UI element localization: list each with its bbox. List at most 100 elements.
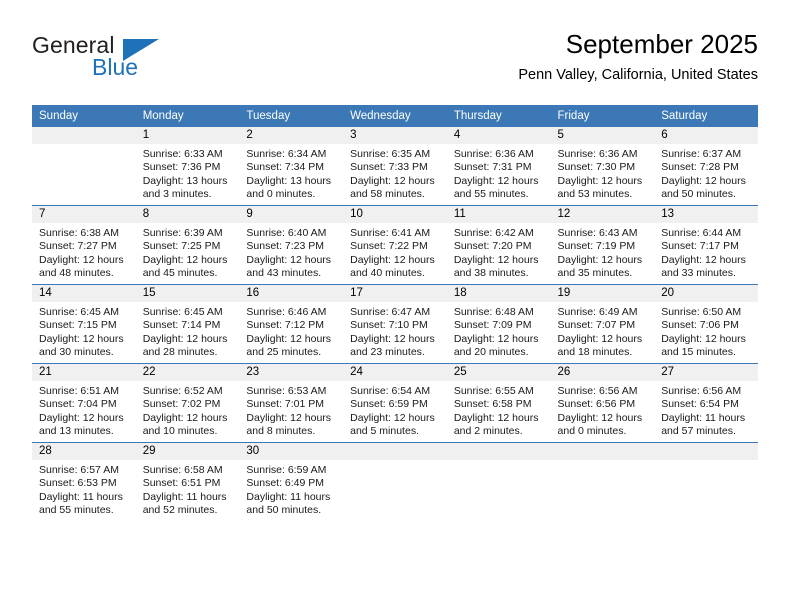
- calendar-body: 1 Sunrise: 6:33 AM Sunset: 7:36 PM Daylight…: [32, 127, 758, 521]
- calendar-day-cell[interactable]: 24 Sunrise: 6:54 AM Sunset: 6:59 PM Dayligh…: [343, 363, 447, 443]
- calendar-day-cell[interactable]: 29 Sunrise: 6:58 AM Sunset: 6:51 PM Dayligh…: [135, 442, 240, 521]
- daylight-duration-line2: and 13 minutes.: [39, 425, 114, 438]
- calendar-page: General Blue September 2025 Penn Valley,…: [0, 0, 792, 612]
- calendar-day-cell[interactable]: [446, 442, 551, 521]
- sunset-time: Sunset: 7:28 PM: [661, 161, 739, 174]
- day-details: Sunrise: 6:40 AM Sunset: 7:23 PM Daylight:…: [239, 223, 343, 281]
- calendar-day-cell[interactable]: 3 Sunrise: 6:35 AM Sunset: 7:33 PM Daylight…: [343, 127, 447, 206]
- calendar-day-cell[interactable]: 21 Sunrise: 6:51 AM Sunset: 7:04 PM Dayligh…: [32, 363, 136, 443]
- title-block: September 2025 Penn Valley, California, …: [518, 28, 758, 86]
- sunset-time: Sunset: 7:31 PM: [453, 161, 532, 174]
- day-details: Sunrise: 6:37 AM Sunset: 7:28 PM Daylight:…: [654, 144, 758, 202]
- calendar-day-cell[interactable]: 18 Sunrise: 6:48 AM Sunset: 7:09 PM Dayligh…: [446, 284, 551, 364]
- calendar-day-cell[interactable]: [343, 442, 447, 521]
- calendar-day-cell[interactable]: 27 Sunrise: 6:56 AM Sunset: 6:54 PM Dayligh…: [654, 363, 758, 443]
- page-subtitle: Penn Valley, California, United States: [518, 67, 758, 83]
- daylight-duration-line1: Daylight: 12 hours: [557, 332, 643, 345]
- calendar-day-cell[interactable]: 8 Sunrise: 6:39 AM Sunset: 7:25 PM Daylight…: [135, 205, 240, 285]
- sunset-time: Sunset: 6:51 PM: [142, 477, 221, 490]
- daylight-duration-line1: Daylight: 12 hours: [350, 174, 435, 187]
- calendar-day-cell[interactable]: 20 Sunrise: 6:50 AM Sunset: 7:06 PM Dayligh…: [654, 284, 758, 364]
- sunset-time: Sunset: 7:14 PM: [142, 319, 221, 332]
- daylight-duration-line2: and 33 minutes.: [661, 267, 736, 280]
- sunrise-time: Sunrise: 6:45 AM: [39, 306, 119, 318]
- calendar-week-row: 28 Sunrise: 6:57 AM Sunset: 6:53 PM Dayligh…: [32, 442, 758, 521]
- calendar-day-cell[interactable]: 1 Sunrise: 6:33 AM Sunset: 7:36 PM Daylight…: [135, 127, 240, 206]
- calendar-day-cell[interactable]: 2 Sunrise: 6:34 AM Sunset: 7:34 PM Daylight…: [239, 127, 344, 206]
- day-number: [654, 443, 758, 460]
- sunrise-time: Sunrise: 6:59 AM: [246, 464, 327, 476]
- day-number: 29: [135, 443, 240, 460]
- calendar-day-cell[interactable]: [550, 442, 655, 521]
- day-details: Sunrise: 6:38 AM Sunset: 7:27 PM Daylight:…: [32, 223, 136, 281]
- day-details: Sunrise: 6:47 AM Sunset: 7:10 PM Daylight:…: [343, 302, 447, 360]
- sunrise-time: Sunrise: 6:50 AM: [661, 306, 742, 318]
- calendar-day-cell[interactable]: 19 Sunrise: 6:49 AM Sunset: 7:07 PM Dayligh…: [550, 284, 655, 364]
- daylight-duration-line2: and 2 minutes.: [453, 425, 523, 438]
- day-details: Sunrise: 6:45 AM Sunset: 7:15 PM Daylight:…: [32, 302, 136, 360]
- brand-logo[interactable]: General Blue: [32, 32, 162, 86]
- sunset-time: Sunset: 7:10 PM: [350, 319, 428, 332]
- daylight-duration-line1: Daylight: 12 hours: [142, 411, 228, 424]
- daylight-duration-line1: Daylight: 12 hours: [350, 332, 435, 345]
- daylight-duration-line1: Daylight: 12 hours: [142, 332, 228, 345]
- sunrise-time: Sunrise: 6:38 AM: [39, 227, 119, 239]
- daylight-duration-line1: Daylight: 13 hours: [142, 174, 228, 187]
- calendar-day-cell[interactable]: 26 Sunrise: 6:56 AM Sunset: 6:56 PM Dayligh…: [550, 363, 655, 443]
- sunset-time: Sunset: 7:01 PM: [246, 398, 325, 411]
- daylight-duration-line2: and 55 minutes.: [39, 504, 114, 517]
- day-number: 14: [32, 285, 136, 302]
- sunrise-time: Sunrise: 6:56 AM: [661, 385, 742, 397]
- daylight-duration-line1: Daylight: 12 hours: [453, 411, 539, 424]
- weekday-header-sunday: Sunday: [32, 105, 136, 127]
- calendar-table: Sunday Monday Tuesday Wednesday Thursday…: [32, 105, 758, 521]
- calendar-day-cell[interactable]: 15 Sunrise: 6:45 AM Sunset: 7:14 PM Dayligh…: [135, 284, 240, 364]
- calendar-day-cell[interactable]: 22 Sunrise: 6:52 AM Sunset: 7:02 PM Dayligh…: [135, 363, 240, 443]
- daylight-duration-line1: Daylight: 11 hours: [39, 490, 123, 503]
- calendar-week-row: 7 Sunrise: 6:38 AM Sunset: 7:27 PM Daylight…: [32, 205, 758, 285]
- calendar-week-row: 14 Sunrise: 6:45 AM Sunset: 7:15 PM Dayligh…: [32, 284, 758, 364]
- calendar-day-cell[interactable]: 10 Sunrise: 6:41 AM Sunset: 7:22 PM Dayligh…: [343, 205, 447, 285]
- day-number: 21: [32, 364, 136, 381]
- daylight-duration-line2: and 25 minutes.: [246, 346, 322, 359]
- calendar-day-cell[interactable]: 13 Sunrise: 6:44 AM Sunset: 7:17 PM Dayligh…: [654, 205, 758, 285]
- day-details: Sunrise: 6:50 AM Sunset: 7:06 PM Daylight:…: [654, 302, 758, 360]
- sunrise-time: Sunrise: 6:55 AM: [453, 385, 534, 397]
- day-number: 12: [550, 206, 655, 223]
- weekday-header-tuesday: Tuesday: [239, 105, 344, 127]
- daylight-duration-line1: Daylight: 11 hours: [661, 411, 746, 424]
- day-details: Sunrise: 6:56 AM Sunset: 6:56 PM Daylight:…: [551, 381, 655, 439]
- sunset-time: Sunset: 7:12 PM: [246, 319, 325, 332]
- calendar-day-cell[interactable]: 30 Sunrise: 6:59 AM Sunset: 6:49 PM Dayligh…: [239, 442, 344, 521]
- brand-name-blue: Blue: [92, 54, 139, 80]
- day-number: 20: [654, 285, 758, 302]
- day-number: 28: [32, 443, 136, 460]
- calendar-day-cell[interactable]: 7 Sunrise: 6:38 AM Sunset: 7:27 PM Daylight…: [32, 205, 136, 285]
- calendar-day-cell[interactable]: 28 Sunrise: 6:57 AM Sunset: 6:53 PM Dayligh…: [32, 442, 136, 521]
- calendar-day-cell[interactable]: 25 Sunrise: 6:55 AM Sunset: 6:58 PM Dayligh…: [446, 363, 551, 443]
- daylight-duration-line1: Daylight: 12 hours: [557, 253, 643, 266]
- daylight-duration-line1: Daylight: 11 hours: [142, 490, 227, 503]
- calendar-day-cell[interactable]: 9 Sunrise: 6:40 AM Sunset: 7:23 PM Daylight…: [239, 205, 344, 285]
- daylight-duration-line1: Daylight: 13 hours: [246, 174, 332, 187]
- calendar-day-cell[interactable]: 12 Sunrise: 6:43 AM Sunset: 7:19 PM Dayligh…: [550, 205, 655, 285]
- calendar-day-cell[interactable]: 16 Sunrise: 6:46 AM Sunset: 7:12 PM Dayligh…: [239, 284, 344, 364]
- calendar-day-cell[interactable]: 11 Sunrise: 6:42 AM Sunset: 7:20 PM Dayligh…: [446, 205, 551, 285]
- daylight-duration-line2: and 53 minutes.: [557, 188, 633, 201]
- day-details: Sunrise: 6:33 AM Sunset: 7:36 PM Daylight:…: [136, 144, 240, 202]
- calendar-header-row: Sunday Monday Tuesday Wednesday Thursday…: [32, 105, 758, 127]
- calendar-day-cell[interactable]: 14 Sunrise: 6:45 AM Sunset: 7:15 PM Dayligh…: [32, 284, 136, 364]
- calendar-day-cell[interactable]: [32, 127, 136, 206]
- calendar-day-cell[interactable]: 4 Sunrise: 6:36 AM Sunset: 7:31 PM Daylight…: [446, 127, 551, 206]
- calendar-day-cell[interactable]: 23 Sunrise: 6:53 AM Sunset: 7:01 PM Dayligh…: [239, 363, 344, 443]
- calendar-day-cell[interactable]: 5 Sunrise: 6:36 AM Sunset: 7:30 PM Daylight…: [550, 127, 655, 206]
- calendar-day-cell[interactable]: 6 Sunrise: 6:37 AM Sunset: 7:28 PM Daylight…: [654, 127, 758, 206]
- calendar-day-cell[interactable]: 17 Sunrise: 6:47 AM Sunset: 7:10 PM Dayligh…: [343, 284, 447, 364]
- sunrise-time: Sunrise: 6:52 AM: [142, 385, 223, 397]
- calendar-day-cell[interactable]: [654, 442, 758, 521]
- daylight-duration-line2: and 38 minutes.: [453, 267, 529, 280]
- sunrise-time: Sunrise: 6:43 AM: [557, 227, 638, 239]
- day-number: 3: [343, 127, 447, 144]
- daylight-duration-line2: and 45 minutes.: [142, 267, 218, 280]
- day-number: 6: [654, 127, 758, 144]
